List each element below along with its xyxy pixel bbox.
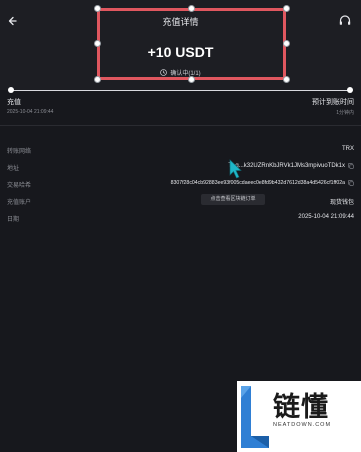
- page-title: 充值详情: [162, 17, 199, 27]
- resize-handle[interactable]: [94, 76, 101, 83]
- confirmation-status: 确认中(1/1): [0, 68, 361, 77]
- resize-handle[interactable]: [283, 40, 290, 47]
- step-end-time: 1分钟内: [336, 110, 354, 116]
- copy-icon[interactable]: [348, 180, 354, 186]
- timeline-line: [10, 90, 351, 91]
- headset-icon[interactable]: [337, 13, 353, 29]
- watermark-logo: 链懂 NEATDOWN.COM: [237, 381, 361, 452]
- copy-icon[interactable]: [348, 163, 354, 169]
- clock-icon: [160, 69, 168, 76]
- tx-hash-value[interactable]: 8307f28c04cb92883ee93f005cdaeec0e8fd9b43…: [171, 180, 354, 186]
- network-value: TRX: [342, 146, 354, 152]
- step-start-label: 充值: [7, 99, 21, 106]
- account-text: 现货钱包: [329, 200, 354, 206]
- tx-hash-label: 交易哈希: [7, 183, 32, 189]
- network-text: TRX: [342, 146, 354, 152]
- status-text: 确认中(1/1): [170, 71, 201, 77]
- address-value: TLg...k32UZRnKbJRVk1JMs3mpivuoTDk1x: [228, 163, 354, 169]
- deposit-amount: +10 USDT: [147, 44, 214, 60]
- address-label: 地址: [7, 166, 20, 172]
- step-start-time: 2025-10-04 21:09:44: [7, 109, 54, 115]
- section-divider: [0, 125, 361, 126]
- date-label: 日期: [7, 217, 20, 223]
- tooltip-view-on-chain: 点击查看区块链订单: [201, 194, 265, 205]
- resize-handle[interactable]: [283, 76, 290, 83]
- address-text: TLg...k32UZRnKbJRVk1JMs3mpivuoTDk1x: [228, 163, 345, 169]
- deposit-detail-screen: 充值详情 +10 USDT 确认中(1/1) 充值 2025-10-04 21:…: [0, 0, 361, 452]
- account-label: 充值账户: [7, 200, 32, 206]
- watermark-text: 链懂: [273, 392, 329, 423]
- account-value: 现货钱包: [330, 197, 354, 206]
- date-value: 2025-10-04 21:09:44: [298, 214, 354, 220]
- resize-handle[interactable]: [94, 40, 101, 47]
- mouse-cursor-icon: [229, 159, 242, 179]
- timeline-start-dot: [8, 87, 14, 93]
- date-text: 2025-10-04 21:09:44: [298, 214, 354, 220]
- l-logo-icon: [241, 386, 269, 448]
- timeline-end-dot: [347, 87, 353, 93]
- header: 充值详情 +10 USDT 确认中(1/1): [0, 0, 361, 90]
- step-end-label: 预计到账时间: [312, 99, 354, 106]
- resize-handle[interactable]: [94, 5, 101, 12]
- resize-handle[interactable]: [283, 5, 290, 12]
- progress-timeline: [8, 86, 353, 96]
- tx-hash-text[interactable]: 8307f28c04cb92883ee93f005cdaeec0e8fd9b43…: [171, 180, 345, 186]
- watermark-domain: NEATDOWN.COM: [273, 422, 332, 428]
- network-label: 转账网络: [7, 149, 32, 155]
- resize-handle[interactable]: [188, 76, 195, 83]
- resize-handle[interactable]: [188, 5, 195, 12]
